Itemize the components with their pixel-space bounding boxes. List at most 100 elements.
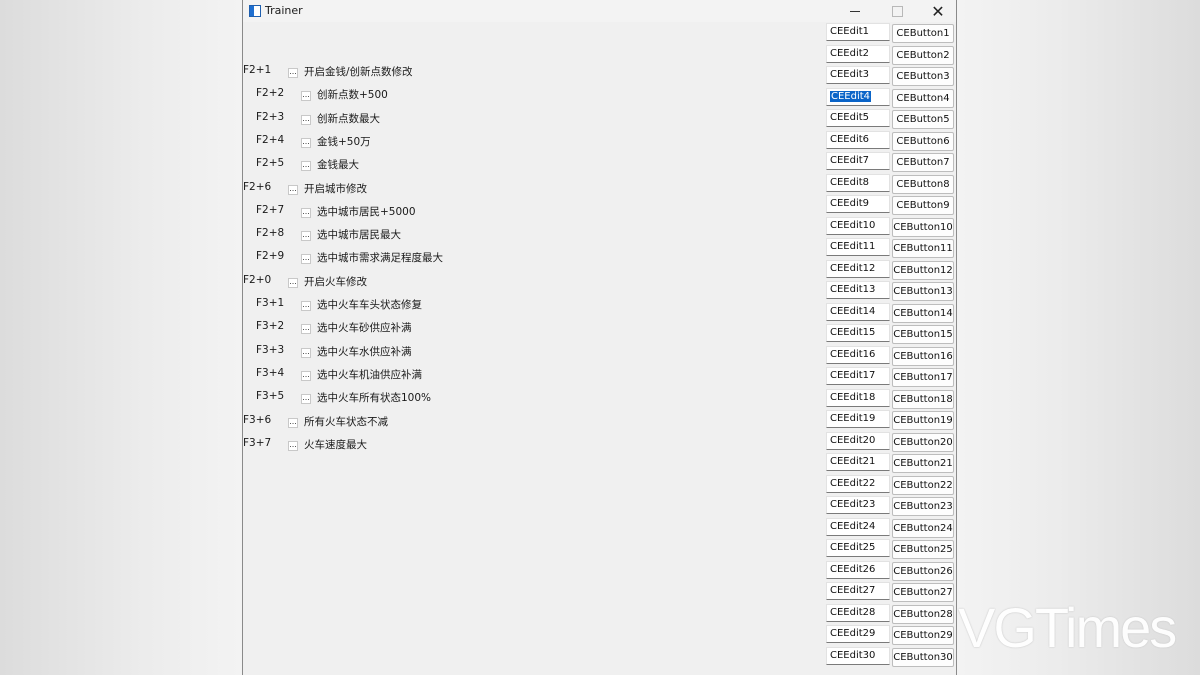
cheat-label: 选中火车所有状态100% [317,392,432,405]
cheat-row: F2+2... 创新点数+500 [243,85,803,103]
title-bar[interactable]: Trainer ✕ [243,0,956,22]
ce-edit-field[interactable]: CEEdit1 [826,23,890,41]
ce-edit-field[interactable]: CEEdit25 [826,539,890,557]
ce-button[interactable]: CEButton30 [892,647,954,667]
ce-button[interactable]: CEButton25 [892,540,954,559]
cheat-hotkey: F2+1 [243,64,272,76]
cheat-row: F2+0... 开启火车修改 [243,272,803,290]
cheat-checkbox[interactable]: ... [288,68,298,78]
cheat-label: 选中火车水供应补满 [317,345,412,358]
ce-button[interactable]: CEButton27 [892,583,954,602]
minimize-button[interactable] [835,0,875,22]
cheat-hotkey: F2+6 [243,180,272,193]
ce-edit-field[interactable]: CEEdit27 [826,582,890,600]
ce-edit-value: CEEdit6 [830,133,870,145]
ce-button[interactable]: CEButton24 [892,518,954,538]
cheat-row: F2+3... 创新点数最大 [243,109,803,127]
ce-edit-field[interactable]: CEEdit9 [826,195,890,213]
ce-button[interactable]: CEButton6 [892,131,954,151]
ce-button[interactable]: CEButton22 [892,475,954,495]
cheat-row: F3+3... 选中火车水供应补满 [243,342,803,360]
ce-button[interactable]: CEButton8 [892,174,954,194]
ce-edit-field[interactable]: CEEdit15 [826,324,890,342]
ce-edit-field[interactable]: CEEdit22 [826,474,890,493]
cheat-checkbox[interactable]: ... [301,254,311,265]
ce-button[interactable]: CEButton19 [892,411,954,430]
ce-button[interactable]: CEButton20 [892,432,954,452]
ce-edit-field[interactable]: CEEdit12 [826,259,890,278]
ce-edit-field[interactable]: CEEdit29 [826,625,890,643]
cheat-checkbox[interactable]: ... [301,91,311,102]
ce-edit-field[interactable]: CEEdit8 [826,173,890,192]
ce-edit-field[interactable]: CEEdit21 [826,453,890,471]
cheat-checkbox[interactable]: ... [301,324,311,335]
cheat-row: F3+7... 火车速度最大 [243,435,803,453]
cheat-checkbox[interactable]: ... [288,417,298,428]
cheat-hotkey: F2+0 [243,273,272,286]
ce-button[interactable]: CEButton11 [892,239,954,258]
cheat-checkbox[interactable]: ... [301,207,311,218]
ce-button[interactable]: CEButton1 [892,24,954,43]
ce-edit-field[interactable]: CEEdit24 [826,517,890,536]
ce-edit-field[interactable]: CEEdit5 [826,109,890,127]
ce-edit-field[interactable]: CEEdit6 [826,130,890,149]
ce-button[interactable]: CEButton3 [892,67,954,86]
ce-button[interactable]: CEButton26 [892,561,954,581]
ce-edit-value: CEEdit7 [830,155,870,166]
cheat-checkbox[interactable]: ... [288,277,298,288]
ce-button[interactable]: CEButton21 [892,454,954,473]
cheat-checkbox[interactable]: ... [301,161,311,172]
cheat-checkbox[interactable]: ... [301,301,311,311]
ce-edit-field[interactable]: CEEdit11 [826,238,890,256]
ce-button[interactable]: CEButton13 [892,282,954,301]
ce-button[interactable]: CEButton12 [892,260,954,280]
ce-edit-field[interactable]: CEEdit23 [826,496,890,514]
ce-button[interactable]: CEButton16 [892,346,954,366]
close-button[interactable]: ✕ [918,0,958,22]
cheat-checkbox[interactable]: ... [288,184,298,195]
maximize-button[interactable] [877,0,917,22]
ce-edit-field[interactable]: CEEdit20 [826,431,890,450]
ce-edit-field[interactable]: CEEdit16 [826,345,890,364]
ce-edit-field[interactable]: CEEdit26 [826,560,890,579]
ce-button[interactable]: CEButton10 [892,217,954,237]
cheat-checkbox[interactable]: ... [301,394,311,405]
ce-button[interactable]: CEButton7 [892,153,954,172]
ce-button[interactable]: CEButton28 [892,604,954,624]
cheat-checkbox[interactable]: ... [301,370,311,381]
cheat-checkbox[interactable]: ... [301,231,311,242]
ce-edit-field[interactable]: CEEdit28 [826,603,890,622]
ce-edit-field[interactable]: CEEdit3 [826,66,890,84]
ce-edit-value: CEEdit4 [830,90,872,102]
ce-edit-field[interactable]: CEEdit18 [826,388,890,407]
cheat-checkbox[interactable]: ... [301,114,311,125]
ce-edit-field[interactable]: CEEdit14 [826,302,890,321]
ce-button[interactable]: CEButton9 [892,196,954,215]
app-icon [249,5,261,17]
cheat-checkbox[interactable]: ... [288,440,298,451]
ce-edit-field[interactable]: CEEdit10 [826,216,890,235]
ce-button[interactable]: CEButton14 [892,303,954,323]
ce-edit-field[interactable]: CEEdit7 [826,152,890,170]
ce-edit-field[interactable]: CEEdit17 [826,367,890,385]
ce-button[interactable]: CEButton23 [892,497,954,516]
cheat-checkbox[interactable]: ... [301,347,311,358]
ce-button[interactable]: CEButton17 [892,368,954,387]
ce-button[interactable]: CEButton2 [892,45,954,65]
ce-button[interactable]: CEButton4 [892,88,954,108]
cheat-label: 选中火车机油供应补满 [317,368,422,381]
ce-edit-value: CEEdit10 [830,219,876,231]
ce-edit-field[interactable]: CEEdit4 [826,87,890,106]
ce-edit-value: CEEdit15 [830,327,876,338]
cheat-checkbox[interactable]: ... [301,137,311,148]
ce-edit-field[interactable]: CEEdit2 [826,44,890,63]
close-icon: ✕ [931,1,945,21]
ce-edit-field[interactable]: CEEdit19 [826,410,890,428]
ce-button[interactable]: CEButton18 [892,389,954,409]
ce-button[interactable]: CEButton29 [892,626,954,645]
ce-edit-field[interactable]: CEEdit30 [826,646,890,665]
ce-edit-value: CEEdit1 [830,26,870,37]
ce-button[interactable]: CEButton15 [892,325,954,344]
ce-edit-field[interactable]: CEEdit13 [826,281,890,299]
ce-button[interactable]: CEButton5 [892,110,954,129]
